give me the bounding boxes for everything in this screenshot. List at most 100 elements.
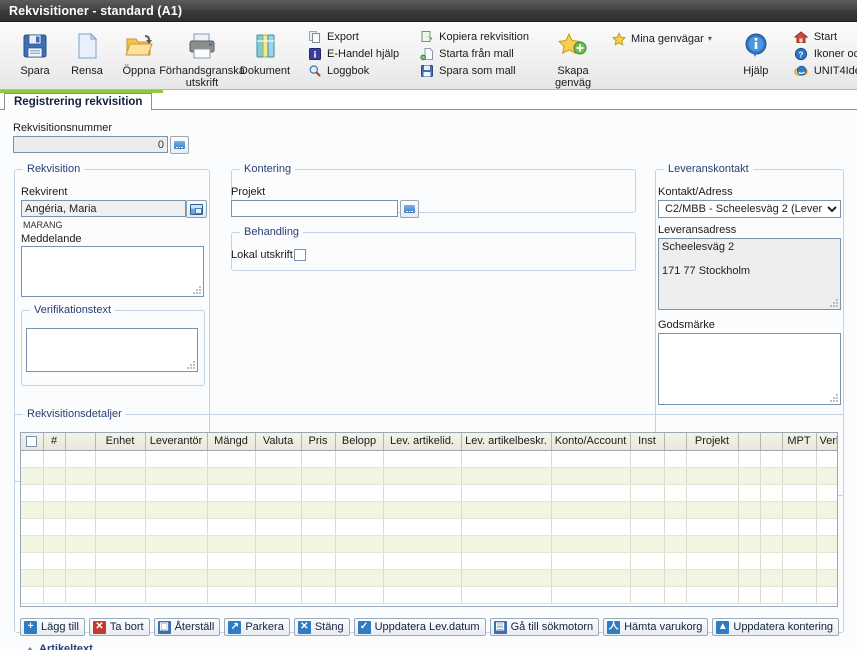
table-cell[interactable] — [301, 535, 336, 553]
table-cell[interactable] — [43, 501, 66, 519]
table-cell[interactable] — [551, 552, 631, 570]
table-cell[interactable] — [145, 552, 208, 570]
grid-column-header[interactable] — [760, 433, 783, 451]
meddelande-textarea[interactable] — [21, 246, 204, 297]
table-cell[interactable] — [782, 450, 817, 468]
rekvirent-input[interactable] — [21, 200, 186, 217]
table-cell[interactable] — [301, 467, 336, 485]
artikeltext-expander[interactable]: Artikeltext — [26, 643, 93, 650]
table-cell[interactable] — [335, 518, 384, 536]
toolbar-button-dokument[interactable]: Dokument — [239, 26, 291, 78]
table-cell[interactable] — [207, 467, 256, 485]
table-cell[interactable] — [95, 569, 146, 587]
table-cell[interactable] — [630, 450, 665, 468]
table-cell[interactable] — [65, 484, 96, 502]
table-cell[interactable] — [686, 535, 739, 553]
table-cell[interactable] — [686, 501, 739, 519]
checkbox-icon[interactable] — [26, 435, 38, 447]
table-cell[interactable] — [65, 518, 96, 536]
table-cell[interactable] — [738, 535, 761, 553]
table-cell[interactable] — [686, 552, 739, 570]
table-cell[interactable] — [461, 518, 552, 536]
table-cell[interactable] — [782, 569, 817, 587]
table-cell[interactable] — [461, 484, 552, 502]
table-cell[interactable] — [630, 467, 665, 485]
table-cell[interactable] — [551, 501, 631, 519]
rekvirent-picker-button[interactable] — [186, 200, 207, 218]
table-cell[interactable] — [301, 552, 336, 570]
table-row[interactable] — [21, 586, 837, 604]
table-cell[interactable] — [145, 518, 208, 536]
table-cell[interactable] — [664, 535, 687, 553]
table-cell[interactable] — [630, 552, 665, 570]
table-cell[interactable] — [760, 467, 783, 485]
table-cell[interactable] — [95, 450, 146, 468]
table-cell[interactable] — [738, 518, 761, 536]
table-cell[interactable] — [686, 484, 739, 502]
table-cell[interactable] — [43, 484, 66, 502]
table-cell[interactable] — [21, 535, 44, 553]
table-cell[interactable] — [255, 518, 302, 536]
table-cell[interactable] — [21, 518, 44, 536]
table-cell[interactable] — [630, 501, 665, 519]
table-cell[interactable] — [760, 484, 783, 502]
table-cell[interactable] — [738, 484, 761, 502]
table-cell[interactable] — [65, 552, 96, 570]
table-cell[interactable] — [760, 501, 783, 519]
grid-select-all-checkbox[interactable] — [21, 433, 44, 451]
table-cell[interactable] — [760, 535, 783, 553]
table-cell[interactable] — [21, 484, 44, 502]
grid-column-header[interactable] — [738, 433, 761, 451]
table-row[interactable] — [21, 467, 837, 485]
table-cell[interactable] — [207, 501, 256, 519]
table-cell[interactable] — [207, 450, 256, 468]
table-row[interactable] — [21, 552, 837, 570]
chevron-down-icon[interactable]: ▾ — [708, 34, 712, 43]
grid-column-header[interactable] — [65, 433, 96, 451]
toolbar-button-kopiera-rekvisition[interactable]: Kopiera rekvisition — [417, 28, 533, 45]
toolbar-button-ikoner-och-navigeringstangenter[interactable]: ? Ikoner och navigeringstangenter — [792, 45, 857, 62]
table-cell[interactable] — [145, 535, 208, 553]
toolbar-button-rensa[interactable]: Rensa — [61, 26, 113, 78]
table-cell[interactable] — [335, 569, 384, 587]
table-cell[interactable] — [551, 450, 631, 468]
table-cell[interactable] — [207, 552, 256, 570]
table-cell[interactable] — [43, 569, 66, 587]
table-cell[interactable] — [383, 467, 462, 485]
table-cell[interactable] — [21, 569, 44, 587]
tab-registrering-rekvisition[interactable]: Registrering rekvisition — [4, 93, 153, 110]
table-cell[interactable] — [301, 586, 336, 604]
table-cell[interactable] — [816, 467, 837, 485]
toolbar-button-starta-fran-mall[interactable]: Starta från mall — [417, 45, 518, 62]
table-cell[interactable] — [335, 535, 384, 553]
table-cell[interactable] — [461, 586, 552, 604]
action-button-parkera[interactable]: ↗ Parkera — [224, 618, 290, 636]
action-button-uppdatera-kontering[interactable]: ▲ Uppdatera kontering — [712, 618, 840, 636]
table-cell[interactable] — [65, 586, 96, 604]
action-button-uppdatera-lev-datum[interactable]: ✓ Uppdatera Lev.datum — [353, 618, 486, 636]
table-cell[interactable] — [816, 586, 837, 604]
table-cell[interactable] — [95, 467, 146, 485]
table-cell[interactable] — [207, 518, 256, 536]
table-cell[interactable] — [65, 467, 96, 485]
table-cell[interactable] — [383, 586, 462, 604]
kontakt-adress-select[interactable]: C2/MBB - Scheelesväg 2 (Leverans) — [658, 200, 841, 218]
table-cell[interactable] — [95, 552, 146, 570]
table-cell[interactable] — [21, 450, 44, 468]
table-cell[interactable] — [301, 518, 336, 536]
projekt-browse-button[interactable] — [400, 200, 419, 218]
action-button-återställ[interactable]: ▣ Återställ — [153, 618, 221, 636]
table-cell[interactable] — [43, 518, 66, 536]
toolbar-button-unit4ideas[interactable]: UNIT4Ideas — [792, 62, 857, 79]
table-cell[interactable] — [43, 535, 66, 553]
grid-column-header[interactable]: Enhet — [95, 433, 146, 451]
table-cell[interactable] — [43, 552, 66, 570]
table-cell[interactable] — [738, 552, 761, 570]
table-cell[interactable] — [664, 552, 687, 570]
table-cell[interactable] — [551, 484, 631, 502]
table-cell[interactable] — [207, 586, 256, 604]
grid-column-header[interactable]: Projekt — [686, 433, 739, 451]
table-cell[interactable] — [630, 484, 665, 502]
table-cell[interactable] — [551, 535, 631, 553]
toolbar-button-forhandsgranska-utskrift[interactable]: Förhandsgranska utskrift — [159, 26, 245, 89]
